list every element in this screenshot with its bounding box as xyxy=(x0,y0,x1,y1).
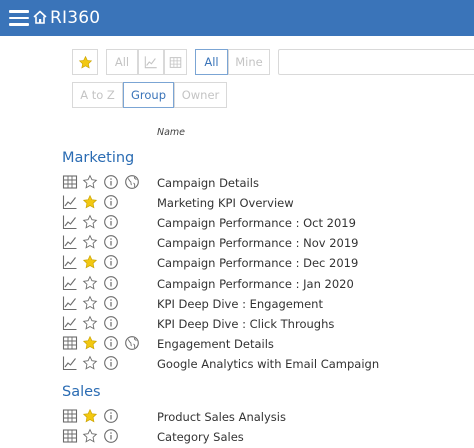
ownership-filter-mine-button[interactable]: Mine xyxy=(228,49,270,75)
search-input[interactable] xyxy=(278,49,474,75)
report-name-link[interactable]: KPI Deep Dive : Engagement xyxy=(157,297,323,311)
group-heading-marketing: Marketing xyxy=(62,150,135,166)
report-name-link[interactable]: Category Sales xyxy=(157,430,244,444)
star-icon[interactable] xyxy=(82,295,98,311)
top-bar: RI360 xyxy=(0,0,474,36)
home-icon[interactable] xyxy=(32,9,48,25)
report-name-link[interactable]: KPI Deep Dive : Click Throughs xyxy=(157,317,334,331)
line-chart-icon xyxy=(62,254,78,270)
info-icon[interactable] xyxy=(103,408,119,424)
line-chart-icon xyxy=(62,234,78,250)
info-icon[interactable] xyxy=(103,234,119,250)
menu-icon[interactable] xyxy=(9,10,29,26)
globe-icon xyxy=(124,335,140,351)
report-row[interactable]: Category Sales xyxy=(0,428,474,448)
table-icon xyxy=(169,56,182,68)
report-name-link[interactable]: Campaign Performance : Oct 2019 xyxy=(157,216,356,230)
report-row[interactable]: Campaign Performance : Nov 2019 xyxy=(0,234,474,254)
report-name-link[interactable]: Engagement Details xyxy=(157,337,274,351)
report-name-link[interactable]: Campaign Details xyxy=(157,176,259,190)
info-icon[interactable] xyxy=(103,275,119,291)
info-icon[interactable] xyxy=(103,428,119,444)
report-name-link[interactable]: Google Analytics with Email Campaign xyxy=(157,357,379,371)
report-name-link[interactable]: Marketing KPI Overview xyxy=(157,196,294,210)
report-name-link[interactable]: Campaign Performance : Dec 2019 xyxy=(157,256,358,270)
globe-icon xyxy=(124,174,140,190)
report-row[interactable]: KPI Deep Dive : Click Throughs xyxy=(0,315,474,335)
report-name-link[interactable]: Product Sales Analysis xyxy=(157,410,286,424)
table-icon xyxy=(62,428,78,444)
report-row[interactable]: KPI Deep Dive : Engagement xyxy=(0,295,474,315)
sort-group-button[interactable]: Group xyxy=(123,82,174,108)
report-row[interactable]: Engagement Details xyxy=(0,335,474,355)
favorites-filter-button[interactable] xyxy=(72,49,98,75)
star-filled-icon[interactable] xyxy=(82,408,98,424)
table-icon xyxy=(62,174,78,190)
star-icon[interactable] xyxy=(82,174,98,190)
star-icon[interactable] xyxy=(82,315,98,331)
info-icon[interactable] xyxy=(103,194,119,210)
group-heading-sales: Sales xyxy=(62,384,101,400)
report-row[interactable]: Product Sales Analysis xyxy=(0,408,474,428)
report-row[interactable]: Campaign Performance : Dec 2019 xyxy=(0,254,474,274)
report-row[interactable]: Campaign Performance : Oct 2019 xyxy=(0,214,474,234)
line-chart-icon xyxy=(62,194,78,210)
report-row[interactable]: Campaign Performance : Jan 2020 xyxy=(0,275,474,295)
info-icon[interactable] xyxy=(103,295,119,311)
info-icon[interactable] xyxy=(103,214,119,230)
info-icon[interactable] xyxy=(103,315,119,331)
sort-a-to-z-button[interactable]: A to Z xyxy=(72,82,123,108)
info-icon[interactable] xyxy=(103,355,119,371)
line-chart-icon xyxy=(62,355,78,371)
line-chart-icon xyxy=(62,214,78,230)
star-icon xyxy=(78,55,92,68)
type-filter-all-button[interactable]: All xyxy=(106,49,138,75)
report-row[interactable]: Campaign Details xyxy=(0,174,474,194)
type-filter-chart-button[interactable] xyxy=(138,49,164,75)
report-row[interactable]: Marketing KPI Overview xyxy=(0,194,474,214)
name-column-header: Name xyxy=(157,127,186,138)
report-name-link[interactable]: Campaign Performance : Nov 2019 xyxy=(157,236,359,250)
line-chart-icon xyxy=(62,315,78,331)
info-icon[interactable] xyxy=(103,174,119,190)
line-chart-icon xyxy=(62,275,78,291)
report-row[interactable]: Google Analytics with Email Campaign xyxy=(0,355,474,375)
table-icon xyxy=(62,335,78,351)
table-icon xyxy=(62,408,78,424)
star-filled-icon[interactable] xyxy=(82,335,98,351)
app-title: RI360 xyxy=(50,8,101,28)
star-filled-icon[interactable] xyxy=(82,194,98,210)
star-icon[interactable] xyxy=(82,355,98,371)
star-icon[interactable] xyxy=(82,234,98,250)
report-name-link[interactable]: Campaign Performance : Jan 2020 xyxy=(157,277,354,291)
line-chart-icon xyxy=(62,295,78,311)
info-icon[interactable] xyxy=(103,335,119,351)
star-icon[interactable] xyxy=(82,275,98,291)
info-icon[interactable] xyxy=(103,254,119,270)
ownership-filter-all-button[interactable]: All xyxy=(195,49,228,75)
star-filled-icon[interactable] xyxy=(82,254,98,270)
line-chart-icon xyxy=(144,56,157,69)
star-icon[interactable] xyxy=(82,214,98,230)
type-filter-table-button[interactable] xyxy=(164,49,187,75)
star-icon[interactable] xyxy=(82,428,98,444)
sort-owner-button[interactable]: Owner xyxy=(174,82,227,108)
